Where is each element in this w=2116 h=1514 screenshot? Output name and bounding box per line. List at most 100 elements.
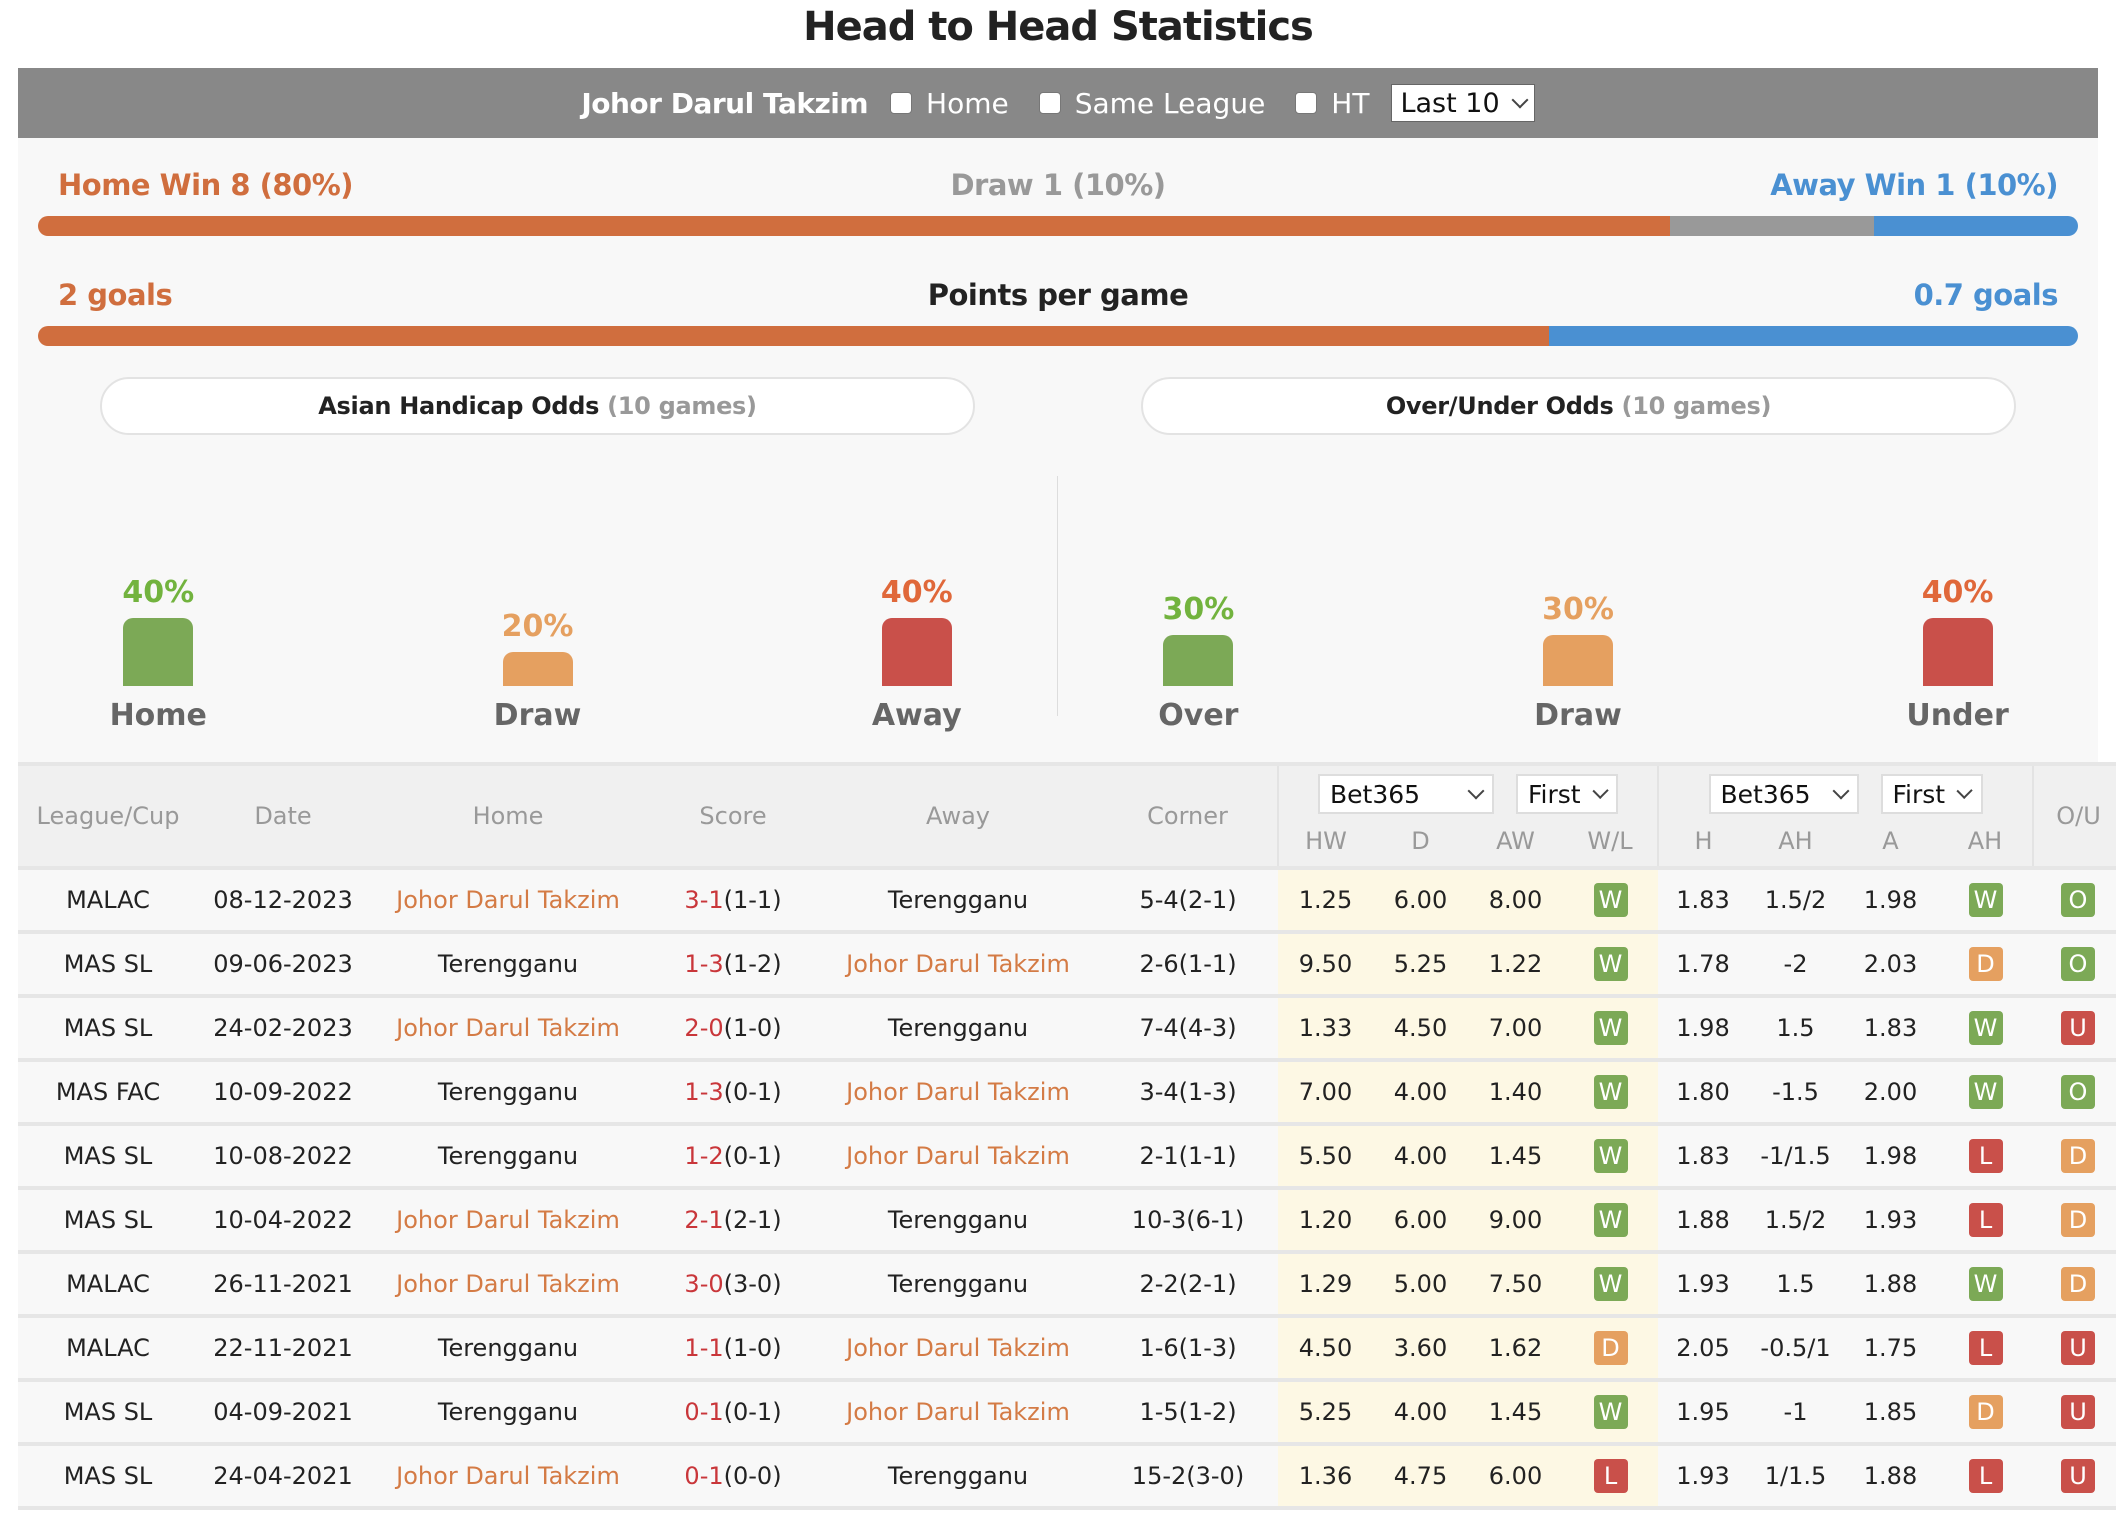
away-team-cell[interactable]: Johor Darul Takzim [818, 1380, 1098, 1446]
league-cell[interactable]: MAS SL [18, 1188, 198, 1254]
league-cell[interactable]: MALAC [18, 1252, 198, 1318]
bar-label: Under [1906, 698, 2009, 733]
aw-odds-cell: 7.50 [1468, 1252, 1563, 1318]
asian-handicap-games: (10 games) [607, 392, 757, 420]
col-ou: O/U [2032, 762, 2116, 870]
away-team-cell[interactable]: Johor Darul Takzim [818, 1316, 1098, 1382]
away-team-cell[interactable]: Terengganu [818, 1444, 1098, 1510]
half-time-score: (0-1) [723, 1398, 782, 1426]
hw-odds-cell: 7.00 [1278, 1060, 1373, 1126]
score-cell[interactable]: 3-0(3-0) [648, 1252, 818, 1318]
away-team-cell[interactable]: Terengganu [818, 996, 1098, 1062]
over-under-bar-under: 40% Under [1888, 575, 2028, 738]
over-under-chart: 30% Over 30% Draw 40% Under [1058, 478, 2098, 738]
over-under-tab[interactable]: Over/Under Odds (10 games) [1141, 377, 2016, 435]
ou-result-cell: U [2033, 1444, 2116, 1510]
home-team-cell[interactable]: Johor Darul Takzim [368, 868, 648, 934]
league-cell[interactable]: MALAC [18, 1316, 198, 1382]
bookmaker-select-1x2[interactable]: Bet365 [1318, 774, 1494, 814]
same-league-checkbox-label: Same League [1074, 86, 1266, 120]
ou-result-cell: D [2033, 1124, 2116, 1190]
chevron-down-icon [1467, 782, 1485, 800]
ou-result-badge: U [2061, 1395, 2095, 1429]
a-odds-cell: 1.98 [1843, 868, 1938, 934]
checkbox-box[interactable] [1038, 92, 1061, 114]
score-cell[interactable]: 0-1(0-0) [648, 1444, 818, 1510]
ah-line-cell: -1 [1748, 1380, 1843, 1446]
wl-badge: W [1593, 1203, 1628, 1237]
odds-ah-header: Bet365 First [1657, 762, 2033, 816]
league-cell[interactable]: MAS SL [18, 1444, 198, 1510]
date-cell: 04-09-2021 [198, 1380, 368, 1446]
bar-percent: 30% [1542, 592, 1614, 627]
away-team-cell[interactable]: Terengganu [818, 1252, 1098, 1318]
d-odds-cell: 6.00 [1373, 868, 1468, 934]
aw-odds-cell: 8.00 [1468, 868, 1563, 934]
table-row: MAS SL 24-04-2021 Johor Darul Takzim 0-1(0-… [18, 1444, 2116, 1510]
ou-result-badge: D [2061, 1203, 2095, 1237]
half-time-score: (0-1) [723, 1078, 782, 1106]
ah-result-badge: D [1968, 947, 2003, 981]
score-cell[interactable]: 1-3(1-2) [648, 932, 818, 998]
same-league-checkbox[interactable]: Same League [1038, 86, 1266, 120]
score-cell[interactable]: 1-2(0-1) [648, 1124, 818, 1190]
odds-type-select-ah[interactable]: First [1880, 774, 1983, 814]
home-team-cell[interactable]: Terengganu [368, 1060, 648, 1126]
home-team-cell[interactable]: Terengganu [368, 1316, 648, 1382]
score-cell[interactable]: 1-3(0-1) [648, 1060, 818, 1126]
date-cell: 24-04-2021 [198, 1444, 368, 1510]
away-team-cell[interactable]: Johor Darul Takzim [818, 1060, 1098, 1126]
bookmaker-select-ah[interactable]: Bet365 [1708, 774, 1859, 814]
home-checkbox[interactable]: Home [890, 87, 1009, 120]
h-odds-cell: 1.88 [1658, 1188, 1748, 1254]
home-team-cell[interactable]: Terengganu [368, 1380, 648, 1446]
wl-badge: W [1593, 1139, 1628, 1173]
ht-checkbox-label: HT [1331, 86, 1370, 120]
hw-odds-cell: 4.50 [1278, 1316, 1373, 1382]
ah-result-cell: L [1938, 1124, 2033, 1190]
date-cell: 10-08-2022 [198, 1124, 368, 1190]
asian-handicap-chart: 40% Home 20% Draw 40% Away [18, 478, 1057, 738]
league-cell[interactable]: MAS SL [18, 1380, 198, 1446]
score-cell[interactable]: 2-1(2-1) [648, 1188, 818, 1254]
league-cell[interactable]: MAS FAC [18, 1060, 198, 1126]
score-cell[interactable]: 1-1(1-0) [648, 1316, 818, 1382]
ht-checkbox[interactable]: HT [1295, 87, 1369, 120]
home-team-cell[interactable]: Johor Darul Takzim [368, 996, 648, 1062]
home-team-cell[interactable]: Johor Darul Takzim [368, 1188, 648, 1254]
home-team-cell[interactable]: Johor Darul Takzim [368, 1252, 648, 1318]
aw-odds-cell: 1.62 [1468, 1316, 1563, 1382]
full-time-score: 2-1 [684, 1206, 724, 1234]
league-cell[interactable]: MAS SL [18, 1124, 198, 1190]
away-team-cell[interactable]: Terengganu [818, 868, 1098, 934]
asian-handicap-tab[interactable]: Asian Handicap Odds (10 games) [100, 377, 975, 435]
away-team-cell[interactable]: Terengganu [818, 1188, 1098, 1254]
d-odds-cell: 4.00 [1373, 1060, 1468, 1126]
score-cell[interactable]: 3-1(1-1) [648, 868, 818, 934]
league-cell[interactable]: MAS SL [18, 996, 198, 1062]
table-row: MALAC 22-11-2021 Terengganu 1-1(1-0) Johor D… [18, 1316, 2116, 1382]
wl-cell: D [1563, 1316, 1658, 1382]
checkbox-box[interactable] [1295, 92, 1318, 114]
a-odds-cell: 1.98 [1843, 1124, 1938, 1190]
h-odds-cell: 1.98 [1658, 996, 1748, 1062]
home-team-cell[interactable]: Johor Darul Takzim [368, 1444, 648, 1510]
last-games-select[interactable]: Last 10 [1391, 84, 1535, 122]
league-cell[interactable]: MALAC [18, 868, 198, 934]
table-row: MALAC 08-12-2023 Johor Darul Takzim 3-1(1-1… [18, 868, 2116, 934]
half-time-score: (1-0) [723, 1334, 782, 1362]
away-team-cell[interactable]: Johor Darul Takzim [818, 932, 1098, 998]
checkbox-box[interactable] [890, 92, 913, 114]
league-cell[interactable]: MAS SL [18, 932, 198, 998]
col-away: Away [818, 762, 1098, 870]
ah-result-cell: D [1938, 932, 2033, 998]
bar-block [881, 618, 952, 686]
ah-result-badge: W [1968, 1075, 2003, 1109]
score-cell[interactable]: 0-1(0-1) [648, 1380, 818, 1446]
odds-type-select-1x2[interactable]: First [1516, 774, 1618, 814]
home-team-cell[interactable]: Terengganu [368, 1124, 648, 1190]
score-cell[interactable]: 2-0(1-0) [648, 996, 818, 1062]
d-odds-cell: 5.25 [1373, 932, 1468, 998]
home-team-cell[interactable]: Terengganu [368, 932, 648, 998]
away-team-cell[interactable]: Johor Darul Takzim [818, 1124, 1098, 1190]
